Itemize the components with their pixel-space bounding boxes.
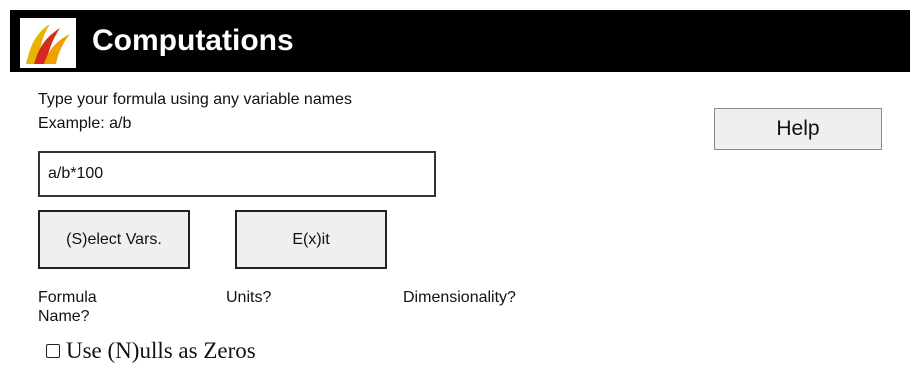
- dimensionality-label: Dimensionality?: [403, 289, 516, 306]
- nulls-as-zeros-label: Use (N)ulls as Zeros: [66, 338, 256, 363]
- formula-name-label-line2: Name?: [38, 308, 90, 325]
- instruction-text: Type your formula using any variable nam…: [38, 91, 352, 108]
- formula-name-label: Formula: [38, 289, 97, 306]
- help-button[interactable]: Help: [714, 108, 882, 150]
- nulls-as-zeros-checkbox[interactable]: [46, 344, 60, 358]
- select-vars-button[interactable]: (S)elect Vars.: [38, 210, 190, 269]
- formula-input[interactable]: [38, 151, 436, 197]
- page-title: Computations: [92, 24, 294, 57]
- nulls-as-zeros-option[interactable]: Use (N)ulls as Zeros: [46, 338, 256, 364]
- example-text: Example: a/b: [38, 115, 132, 132]
- title-bar: Computations: [10, 10, 910, 72]
- flame-logo-icon: [20, 18, 76, 68]
- units-label: Units?: [226, 289, 272, 306]
- exit-button[interactable]: E(x)it: [235, 210, 387, 269]
